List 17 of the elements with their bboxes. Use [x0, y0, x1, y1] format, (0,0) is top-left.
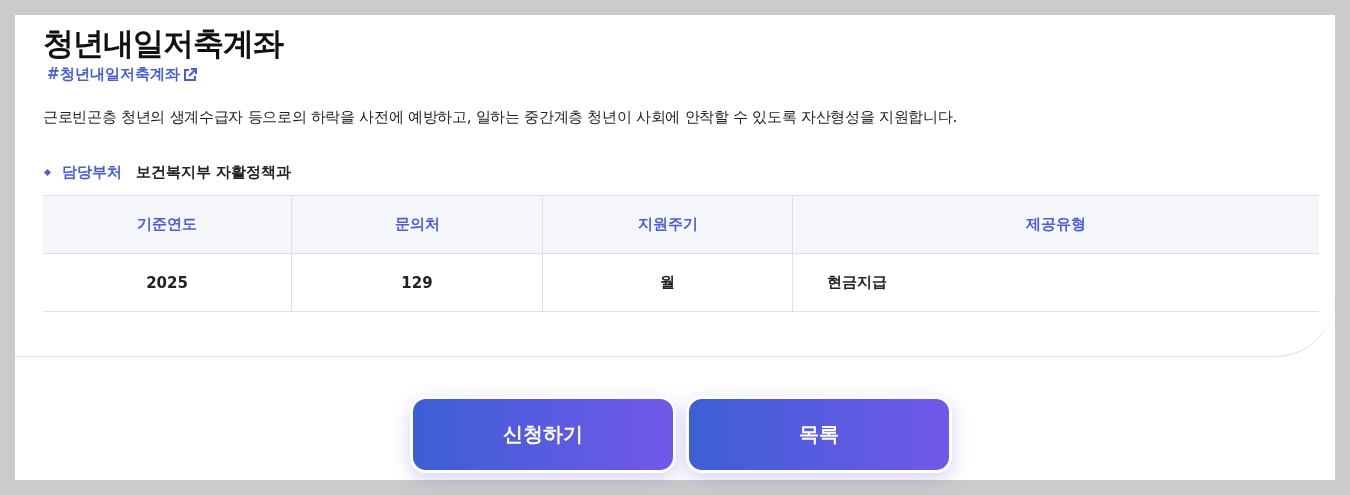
column-header: 제공유형: [792, 195, 1319, 254]
apply-button[interactable]: 신청하기: [410, 396, 676, 473]
external-link-icon: [182, 67, 197, 82]
department-label: 담당부처: [62, 163, 122, 182]
column-header: 지원주기: [542, 195, 793, 254]
table-cell: 129: [291, 253, 543, 312]
description: 근로빈곤층 청년의 생계수급자 등으로의 하락을 사전에 예방하고, 일하는 중간계층 청년이 사회에 안착할 수 있도록 자산형성을 지원합니다.: [43, 108, 958, 127]
page-title: 청년내일저축계좌: [43, 24, 285, 63]
table-cell: 2025: [43, 253, 292, 312]
column-header: 기준연도: [43, 195, 292, 254]
hashtag-link[interactable]: #청년내일저축계좌: [47, 65, 197, 84]
table-cell: 월: [542, 253, 793, 312]
department-value: 보건복지부 자활정책과: [136, 163, 292, 182]
list-button[interactable]: 목록: [686, 396, 952, 473]
column-header: 문의처: [291, 195, 543, 254]
table-cell: 현금지급: [792, 253, 1319, 312]
bullet-icon: [43, 168, 52, 177]
